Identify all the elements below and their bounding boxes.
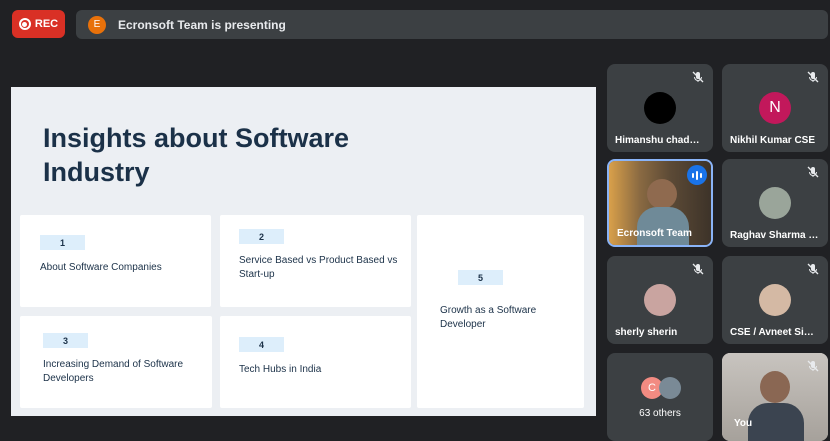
- participant-tile-active-speaker[interactable]: Ecronsoft Team: [607, 159, 713, 247]
- participant-tile[interactable]: CSE / Avneet Si…: [722, 256, 828, 344]
- topic-card-2: 2 Service Based vs Product Based vs Star…: [220, 215, 411, 307]
- mic-off-icon: [692, 263, 704, 275]
- participant-name: CSE / Avneet Si…: [730, 327, 814, 338]
- avatar: N: [759, 92, 791, 124]
- mic-off-icon: [807, 360, 819, 372]
- participant-tile[interactable]: sherly sherin: [607, 256, 713, 344]
- presenting-text: Ecronsoft Team is presenting: [118, 17, 286, 32]
- presenter-avatar: E: [88, 15, 106, 34]
- participant-tile[interactable]: Himanshu chad…: [607, 64, 713, 152]
- topic-card-5: 5 Growth as a Software Developer: [417, 215, 584, 408]
- topic-text: Service Based vs Product Based vs Start-…: [239, 255, 398, 280]
- topic-number: 3: [43, 333, 88, 348]
- topic-card-3: 3 Increasing Demand of Software Develope…: [20, 316, 212, 408]
- self-tile[interactable]: You: [722, 353, 828, 441]
- presentation-slide: Insights about Software Industry 1 About…: [11, 87, 596, 416]
- person-body: [637, 207, 689, 245]
- participant-name: You: [734, 418, 753, 429]
- participant-name: Nikhil Kumar CSE: [730, 135, 816, 146]
- topic-text: About Software Companies: [40, 262, 162, 273]
- topic-text: Increasing Demand of Software Developers: [43, 359, 184, 384]
- participant-name: Raghav Sharma …: [730, 230, 819, 241]
- participant-name: sherly sherin: [615, 327, 678, 338]
- presenting-banner: E Ecronsoft Team is presenting: [76, 10, 828, 39]
- avatar-stack: [659, 377, 681, 399]
- topic-text: Tech Hubs in India: [239, 364, 322, 375]
- topic-card-1: 1 About Software Companies: [20, 215, 211, 307]
- person-silhouette: [760, 371, 790, 403]
- avatar: [759, 284, 791, 316]
- record-icon: [18, 18, 31, 30]
- participant-tile[interactable]: Raghav Sharma …: [722, 159, 828, 247]
- topic-text: Growth as a Software Developer: [440, 305, 537, 330]
- record-button[interactable]: REC: [12, 10, 65, 38]
- slide-title: Insights about Software Industry: [43, 123, 350, 187]
- record-label: REC: [34, 18, 59, 30]
- mic-off-icon: [807, 263, 819, 275]
- others-count: 63 others: [639, 408, 681, 419]
- avatar: [644, 92, 676, 124]
- participant-name: Ecronsoft Team: [617, 228, 692, 239]
- topic-card-4: 4 Tech Hubs in India: [220, 316, 411, 408]
- mic-off-icon: [807, 71, 819, 83]
- mic-off-icon: [692, 71, 704, 83]
- participant-name: Himanshu chad…: [615, 135, 700, 146]
- others-tile[interactable]: C 63 others: [607, 353, 713, 441]
- mic-off-icon: [807, 166, 819, 178]
- person-silhouette: [647, 179, 677, 209]
- topic-number: 2: [239, 229, 284, 244]
- topic-number: 1: [40, 235, 85, 250]
- avatar: [759, 187, 791, 219]
- speaking-indicator-icon: [687, 165, 707, 185]
- avatar: [644, 284, 676, 316]
- topic-number: 4: [239, 337, 284, 352]
- topic-number: 5: [458, 270, 503, 285]
- participant-tile[interactable]: N Nikhil Kumar CSE: [722, 64, 828, 152]
